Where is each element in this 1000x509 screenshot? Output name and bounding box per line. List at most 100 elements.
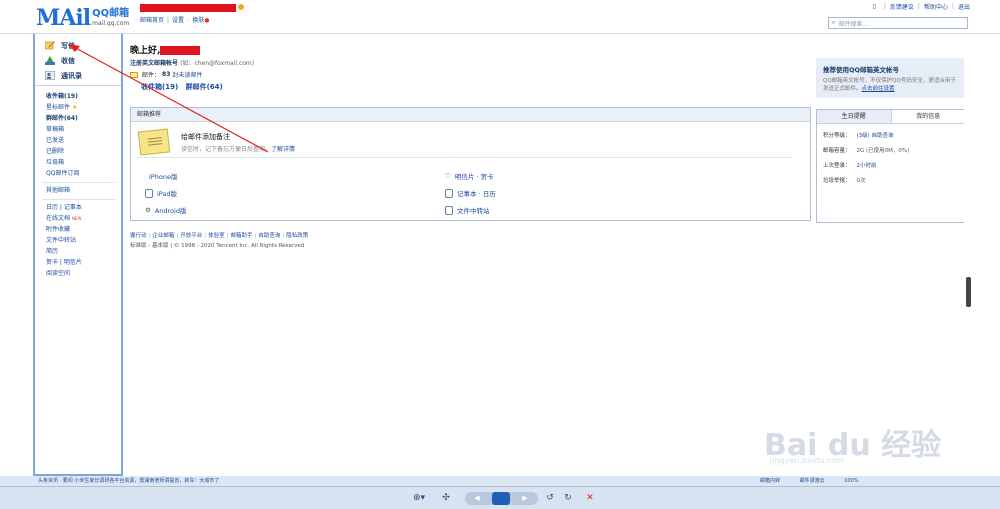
folder-starred[interactable]: 星标邮件 ★ xyxy=(46,102,121,113)
status-item[interactable]: 邮件漫游云 xyxy=(800,478,825,484)
scrollbar-thumb[interactable] xyxy=(966,277,971,307)
group-count-link[interactable]: 群邮件(64) xyxy=(186,83,223,91)
vip-badge-icon[interactable] xyxy=(238,4,244,10)
nav-skin[interactable]: 换肤 xyxy=(192,17,204,24)
baidu-watermark: Bai du 经验 jingyan.baidu.com xyxy=(760,400,960,470)
folder-deleted[interactable]: 已删除 xyxy=(46,146,121,157)
tool-attachments[interactable]: 附件收藏 xyxy=(46,224,121,235)
unread-link[interactable]: 封未读邮件 xyxy=(172,70,202,79)
rotate-right-icon[interactable]: ↻ xyxy=(562,492,574,505)
compose-label: 写信 xyxy=(61,41,75,50)
app-ipad[interactable]: iPad版 xyxy=(145,188,177,198)
nav-settings[interactable]: 设置 xyxy=(172,17,184,24)
footer-link[interactable]: 握行动 xyxy=(130,233,147,239)
app-android[interactable]: ⚙ Android版 xyxy=(145,205,186,215)
logout-link[interactable]: 退出 xyxy=(958,2,970,11)
info-label: 上次登录： xyxy=(823,163,851,169)
rotate-left-icon[interactable]: ↺ xyxy=(544,492,556,505)
info-tabs: 生日提醒 我的信息 xyxy=(817,110,965,124)
phone-icon[interactable]: ▯ xyxy=(873,3,876,10)
tab-birthday[interactable]: 生日提醒 xyxy=(817,110,891,123)
navigation-pill: ◀ ▶ xyxy=(465,492,538,505)
news-ticker[interactable]: 头条资讯 · 要闻 小米生家长调研各平台资源，暨湖南老师谓提省，新车：大城市了 xyxy=(38,477,219,484)
footer-link[interactable]: 企业邮箱 xyxy=(152,233,174,239)
folder-group[interactable]: 群邮件(64) xyxy=(46,113,121,124)
app-postcards[interactable]: ♡ 明信片 · 贺卡 xyxy=(445,171,494,181)
contacts-button[interactable]: 通讯录 xyxy=(45,68,121,83)
zoom-icon[interactable]: ⊕▾ xyxy=(408,492,430,505)
feedback-link[interactable]: 反馈建议 xyxy=(890,2,914,11)
info-capacity: 邮箱容量： 2G (已使用0M，0%) xyxy=(823,144,959,159)
tool-online-docs[interactable]: 在线文档 NEW xyxy=(46,213,121,224)
greeting-text: 晚上好, xyxy=(130,46,161,56)
quick-actions: 写信 收信 通讯录 xyxy=(35,34,121,86)
next-icon[interactable]: ▶ xyxy=(519,492,531,505)
envelope-icon xyxy=(130,71,138,78)
previous-icon[interactable]: ◀ xyxy=(471,492,483,505)
footer-link[interactable]: 自助查询 xyxy=(258,233,280,239)
other-mailboxes[interactable]: 其他邮箱 xyxy=(46,185,121,196)
status-right: 邮箱内转 邮件漫游云 100% xyxy=(760,477,877,484)
compose-button[interactable]: 写信 xyxy=(45,38,121,53)
top-right-links: ▯ | 反馈建议 | 帮助中心 | 退出 xyxy=(872,2,970,11)
nav-home[interactable]: 邮箱首页 xyxy=(140,17,164,24)
footer-link[interactable]: 邮箱助手 xyxy=(231,233,253,239)
logo-mail-text: MAil xyxy=(36,5,91,31)
tool-file-transfer[interactable]: 文件中转站 xyxy=(46,235,121,246)
tool-reading-space[interactable]: 阅读空间 xyxy=(46,268,121,279)
zoom-level[interactable]: 100% xyxy=(844,478,858,484)
slideshow-button[interactable] xyxy=(492,492,510,505)
receive-button[interactable]: 收信 xyxy=(45,53,121,68)
info-value[interactable]: (3级) 自助查询 xyxy=(857,133,894,139)
register-label: 注册英文邮箱帐号 xyxy=(130,60,179,67)
app-file-transfer[interactable]: 文件中转站 xyxy=(445,205,490,215)
recommend-desc: QQ邮箱英文帐号，不仅保护QQ号码安全，更适合用于发送正式邮件。点击前往设置 xyxy=(823,77,959,93)
folder-subscriptions[interactable]: QQ邮件订阅 xyxy=(46,168,121,179)
info-spam-report: 垃圾举报： 0次 xyxy=(823,174,959,189)
footer-link[interactable]: 隐私政策 xyxy=(286,233,308,239)
folder-inbox[interactable]: 收件箱(19) xyxy=(46,91,121,102)
status-item[interactable]: 邮箱内转 xyxy=(760,478,780,484)
folder-starred-label: 星标邮件 xyxy=(46,104,71,111)
app-notes[interactable]: 记事本 · 日历 xyxy=(445,188,496,198)
search-input[interactable]: ⌕ 邮件搜索... xyxy=(828,17,968,29)
inbox-count-link[interactable]: 收件箱(19) xyxy=(141,83,178,91)
info-value[interactable]: 2小时前 xyxy=(857,163,877,169)
recommend-title: 推荐使用QQ邮箱英文帐号 xyxy=(823,66,900,74)
app-iphone[interactable]: iPhone版 xyxy=(145,171,177,181)
tool-cards[interactable]: 贺卡 | 明信片 xyxy=(46,257,121,268)
tip-learn-more-link[interactable]: 了解详情 xyxy=(271,146,295,153)
redacted-username xyxy=(140,4,236,12)
status-bar: 头条资讯 · 要闻 小米生家长调研各平台资源，暨湖南老师谓提省，新车：大城市了 … xyxy=(0,476,1000,486)
redacted-name xyxy=(160,46,201,55)
folder-spam[interactable]: 垃圾箱 xyxy=(46,157,121,168)
folder-list: 收件箱(19) 星标邮件 ★ 群邮件(64) 草稿箱 已发送 已删除 垃圾箱 Q… xyxy=(35,86,121,279)
tool-calendar-notes[interactable]: 日历 | 记事本 xyxy=(46,202,121,213)
register-english-account[interactable]: 注册英文邮箱帐号 (如：chen@foxmail.com) xyxy=(130,58,254,67)
greeting: 晚上好, xyxy=(130,43,201,56)
divider xyxy=(42,199,115,200)
unread-summary: 邮件： 83 封未读邮件 xyxy=(130,70,202,79)
tip-desc-text: 读信时，记下备忘方便日后查阅。 xyxy=(181,146,272,153)
app-postcards-label: 明信片 · 贺卡 xyxy=(454,173,494,181)
tool-resume[interactable]: 简历 xyxy=(46,246,121,257)
delete-icon[interactable]: ✕ xyxy=(584,492,596,505)
my-info: 积分等级： (3级) 自助查询 邮箱容量： 2G (已使用0M，0%) 上次登录： 2… xyxy=(817,124,965,194)
folder-sent[interactable]: 已发送 xyxy=(46,135,121,146)
logo-domain: mail.qq.com xyxy=(92,20,130,27)
info-label: 积分等级： xyxy=(823,133,851,139)
qq-mail-logo[interactable]: MAil QQ邮箱 mail.qq.com xyxy=(36,3,129,29)
tip-desc: 读信时，记下备忘方便日后查阅。了解详情 xyxy=(181,144,295,153)
panel-title: 邮箱推荐 xyxy=(131,108,810,122)
folder-drafts[interactable]: 草稿箱 xyxy=(46,124,121,135)
footer-link[interactable]: 开放平台 xyxy=(180,233,202,239)
info-value: 0次 xyxy=(856,178,866,184)
fit-icon[interactable]: ✣ xyxy=(440,492,452,505)
scrollbar[interactable] xyxy=(964,34,974,476)
tab-my-info[interactable]: 我的信息 xyxy=(890,110,965,123)
footer-copyright: 标准版 - 基本版 | © 1998 - 2020 Tencent Inc. A… xyxy=(130,243,305,249)
help-link[interactable]: 帮助中心 xyxy=(924,2,948,11)
logo-qq-text: QQ邮箱 xyxy=(92,8,130,19)
footer-link[interactable]: 体验室 xyxy=(208,233,225,239)
recommend-link[interactable]: 点击前往设置 xyxy=(862,86,895,92)
